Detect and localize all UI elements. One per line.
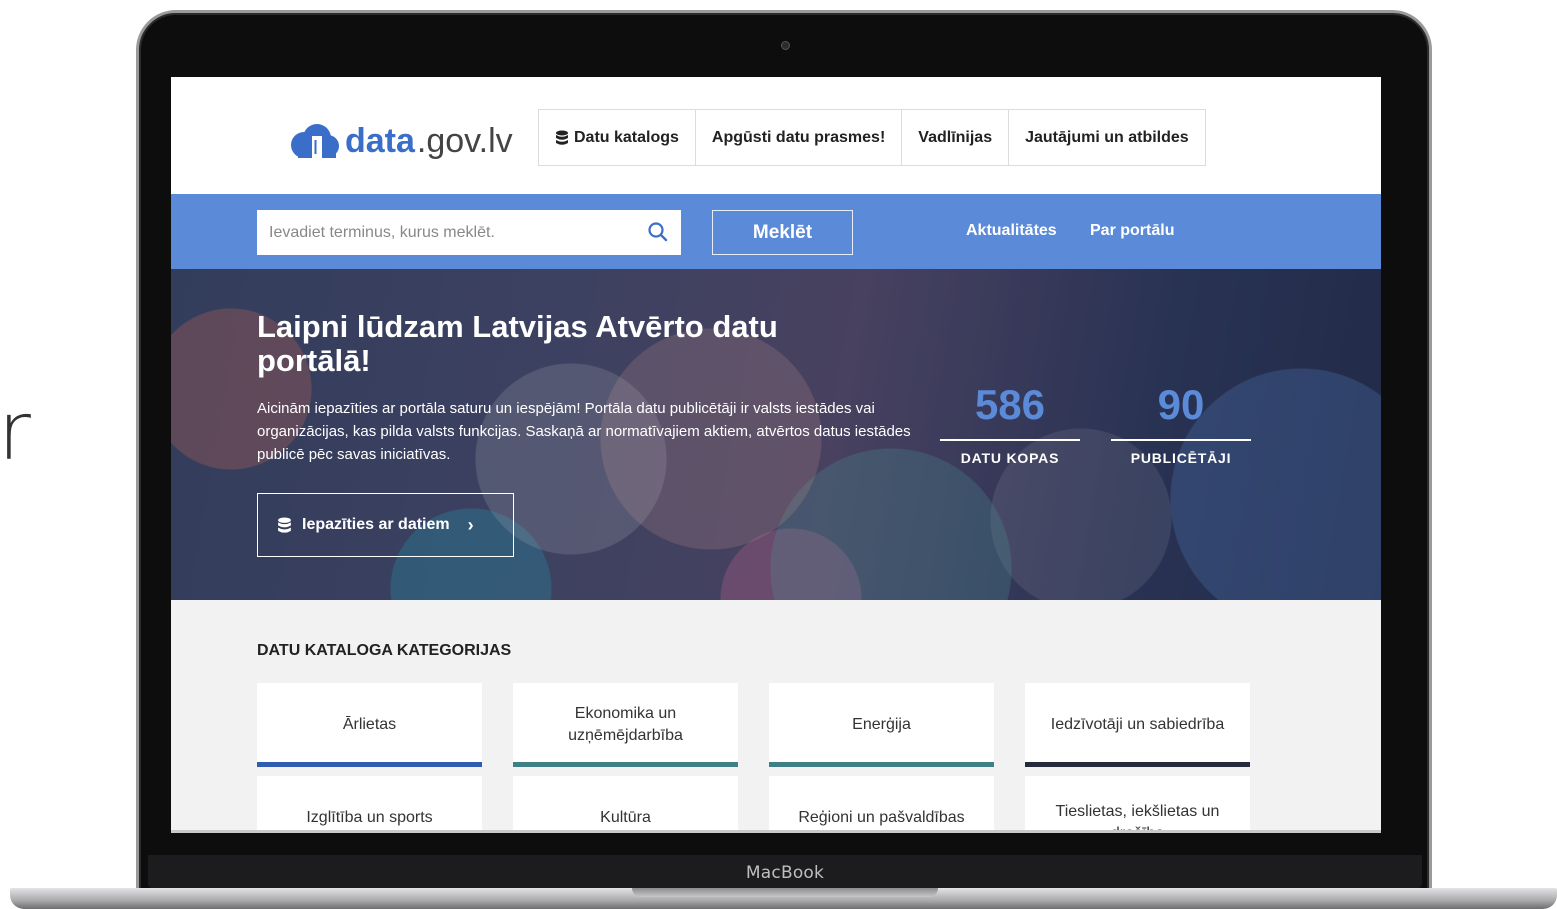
- database-icon: [278, 517, 291, 533]
- explore-data-button[interactable]: Iepazīties ar datiem ›: [257, 493, 514, 557]
- cropped-text-fragment: r: [0, 385, 31, 478]
- search-bar: Meklēt: [171, 194, 1381, 269]
- category-accent-bar: [1025, 762, 1250, 767]
- category-label: Reģioni un pašvaldības: [798, 809, 965, 826]
- category-card-izglitiba[interactable]: Izglītība un sports: [257, 776, 482, 833]
- cloud-logo-icon: [288, 123, 340, 159]
- stat-divider: [940, 439, 1080, 441]
- stat-divider: [1111, 439, 1251, 441]
- laptop-chin: MacBook: [148, 855, 1422, 889]
- category-label: Izglītība un sports: [306, 809, 433, 826]
- stat-datasets: 586 DATU KOPAS: [940, 381, 1080, 466]
- hero-banner: Laipni lūdzam Latvijas Atvērto datu port…: [171, 269, 1381, 600]
- category-card-arlietas[interactable]: Ārlietas: [257, 683, 482, 767]
- site-header: data .gov.lv Datu katalogs Apgūsti datu …: [171, 77, 1381, 194]
- category-card-ekonomika[interactable]: Ekonomika un uzņēmējdarbība: [513, 683, 738, 767]
- category-card-tieslietas[interactable]: Tieslietas, iekšlietas un drošība: [1025, 776, 1250, 833]
- stat-value: 90: [1157, 381, 1205, 428]
- category-label: Kultūra: [600, 809, 651, 826]
- camera-dot: [781, 41, 790, 50]
- horizontal-scrollbar[interactable]: [171, 830, 1381, 833]
- category-accent-bar: [769, 762, 994, 767]
- logo-text-bold: data: [345, 121, 415, 160]
- category-card-energija[interactable]: Enerģija: [769, 683, 994, 767]
- nav-label: Jautājumi un atbildes: [1025, 128, 1189, 146]
- nav-item-jautajumi-un-atbildes[interactable]: Jautājumi un atbildes: [1009, 110, 1205, 165]
- explore-data-label: Iepazīties ar datiem: [302, 516, 450, 533]
- category-accent-bar: [513, 762, 738, 767]
- device-brand-label: MacBook: [745, 863, 825, 883]
- category-accent-bar: [257, 762, 482, 767]
- nav-label: Datu katalogs: [574, 128, 679, 146]
- search-input[interactable]: [257, 210, 681, 255]
- chevron-right-icon: ›: [467, 514, 474, 535]
- nav-label: Vadlīnijas: [918, 128, 993, 146]
- category-label: Tieslietas, iekšlietas un drošība: [1055, 803, 1220, 833]
- hero-title: Laipni lūdzam Latvijas Atvērto datu port…: [257, 309, 778, 378]
- section-title: DATU KATALOGA KATEGORIJAS: [257, 642, 512, 659]
- site-logo[interactable]: data .gov.lv: [288, 121, 513, 161]
- stat-publishers: 90 PUBLICĒTĀJI: [1111, 381, 1251, 466]
- nav-item-apgusti-datu-prasmes[interactable]: Apgūsti datu prasmes!: [696, 110, 903, 165]
- link-aktualitates[interactable]: Aktualitātes: [966, 222, 1057, 240]
- category-label: Ekonomika un uzņēmējdarbība: [568, 705, 683, 744]
- main-nav: Datu katalogs Apgūsti datu prasmes! Vadl…: [538, 109, 1206, 166]
- category-label: Enerģija: [852, 716, 911, 733]
- categories-section: DATU KATALOGA KATEGORIJAS Ārlietas Ekono…: [171, 600, 1381, 833]
- database-icon: [556, 130, 568, 145]
- category-card-kultura[interactable]: Kultūra: [513, 776, 738, 833]
- hero-description: Aicinām iepazīties ar portāla saturu un …: [257, 400, 911, 463]
- stat-label: PUBLICĒTĀJI: [1130, 450, 1232, 466]
- category-label: Iedzīvotāji un sabiedrība: [1050, 716, 1225, 733]
- category-card-iedzivotaji[interactable]: Iedzīvotāji un sabiedrība: [1025, 683, 1250, 767]
- page: r data .gov.lv Datu katalogs Apgūsti dat…: [0, 0, 1557, 909]
- nav-item-datu-katalogs[interactable]: Datu katalogs: [539, 110, 696, 165]
- category-card-regioni[interactable]: Reģioni un pašvaldības: [769, 776, 994, 833]
- search-button[interactable]: Meklēt: [712, 210, 853, 255]
- stat-value: 586: [974, 381, 1046, 428]
- logo-text-light: .gov.lv: [416, 121, 513, 160]
- browser-viewport: data .gov.lv Datu katalogs Apgūsti datu …: [171, 77, 1381, 833]
- stat-label: DATU KOPAS: [960, 450, 1060, 466]
- laptop-base-notch: [632, 888, 938, 897]
- search-icon[interactable]: [647, 221, 669, 243]
- nav-label: Apgūsti datu prasmes!: [711, 128, 886, 146]
- nav-item-vadlinijas[interactable]: Vadlīnijas: [902, 110, 1010, 165]
- link-par-portalu[interactable]: Par portālu: [1090, 222, 1174, 240]
- category-label: Ārlietas: [342, 716, 397, 733]
